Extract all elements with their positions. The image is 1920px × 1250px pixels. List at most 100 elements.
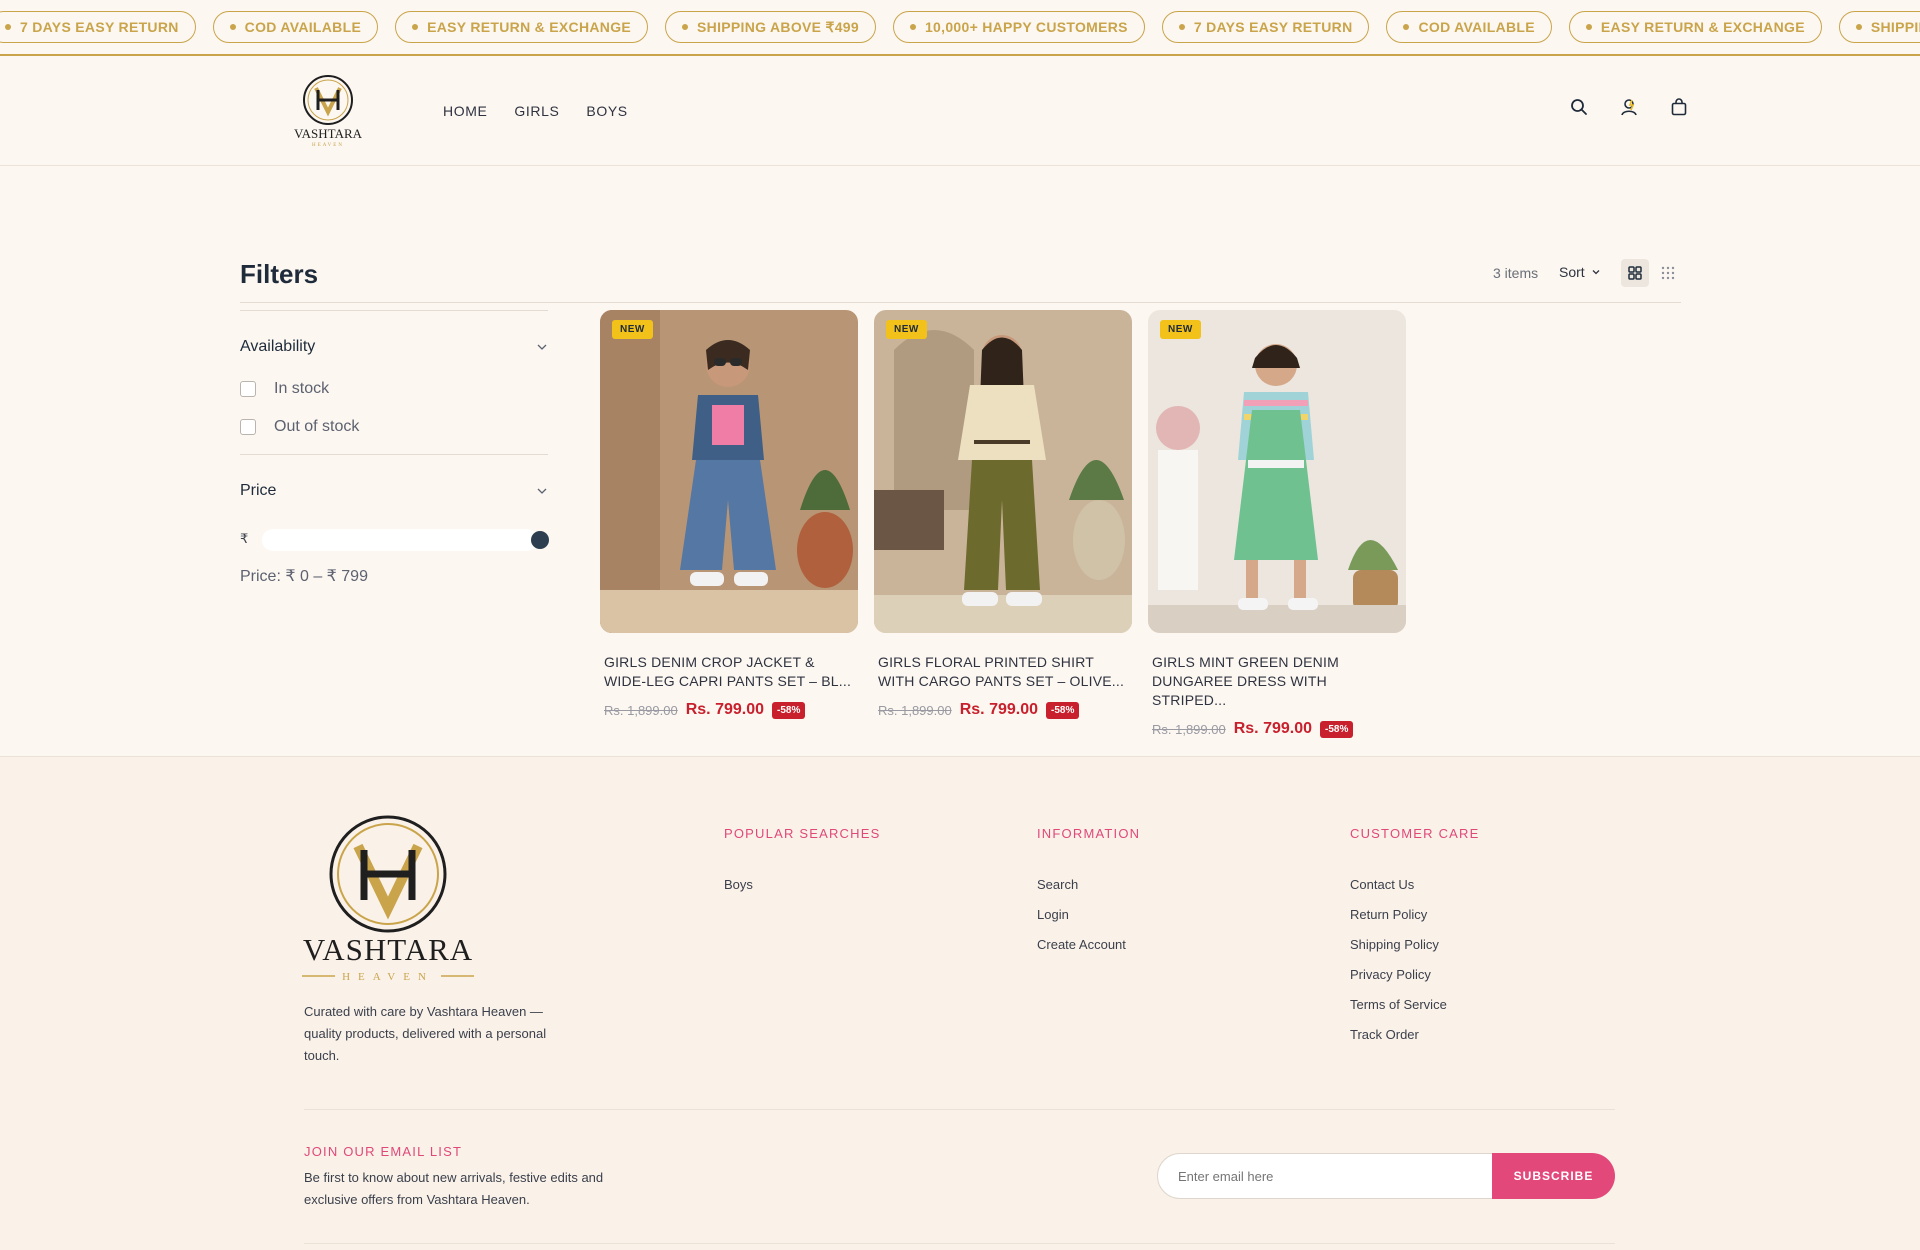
in-stock-checkbox[interactable]: In stock (240, 380, 329, 398)
logo-wordmark: VASHTARA (294, 126, 363, 141)
product-title[interactable]: GIRLS FLORAL PRINTED SHIRT WITH CARGO PA… (878, 653, 1128, 691)
main-nav: HOME GIRLS BOYS (443, 103, 628, 119)
account-icon[interactable] (1620, 98, 1638, 116)
footer-link-create-account[interactable]: Create Account (1037, 937, 1140, 952)
in-stock-label: In stock (274, 380, 330, 397)
footer-link-search[interactable]: Search (1037, 877, 1140, 892)
bullet-icon (909, 24, 916, 30)
newsletter-heading: JOIN OUR EMAIL LIST (304, 1144, 463, 1159)
new-badge: NEW (612, 320, 653, 339)
grid-view-small-button[interactable] (1654, 259, 1682, 287)
price-slider-handle[interactable] (531, 531, 549, 549)
nav-boys[interactable]: BOYS (586, 103, 627, 119)
sale-price: Rs. 799.00 (685, 701, 764, 718)
price-toggle[interactable]: Price (240, 482, 548, 500)
product-card[interactable]: NEW GIRLS FLORAL PRINTED SHIRT WITH CARG… (874, 310, 1132, 719)
currency-symbol: ₹ (240, 531, 249, 546)
checkbox-box[interactable] (240, 381, 256, 397)
price-label: Price (240, 482, 277, 499)
chevron-down-icon (537, 344, 547, 350)
footer-link-privacy-policy[interactable]: Privacy Policy (1350, 967, 1479, 982)
product-title-line: WITH CARGO PANTS SET – OLIVE... (878, 673, 1125, 689)
cart-icon[interactable] (1670, 98, 1688, 116)
announcement-text: 7 DAYS EASY RETURN (1193, 19, 1353, 35)
footer-link-terms[interactable]: Terms of Service (1350, 997, 1479, 1012)
filters-title: Filters (240, 259, 319, 289)
popular-searches-heading: POPULAR SEARCHES (724, 826, 881, 841)
divider (240, 454, 548, 455)
announcement-bar: 7 DAYS EASY RETURN COD AVAILABLE EASY RE… (0, 0, 1920, 56)
information-heading: INFORMATION (1037, 826, 1141, 841)
sale-price: Rs. 799.00 (959, 701, 1038, 718)
product-title-line: GIRLS FLORAL PRINTED SHIRT (878, 654, 1095, 670)
newsletter-email-input[interactable] (1157, 1153, 1493, 1199)
product-title[interactable]: GIRLS MINT GREEN DENIM DUNGAREE DRESS WI… (1152, 653, 1402, 710)
chevron-down-icon (537, 488, 547, 494)
announcement-pill: SHIPPING ABOVE ₹499 (665, 11, 876, 43)
bullet-icon (229, 24, 236, 30)
product-image[interactable]: NEW (600, 310, 858, 633)
subscribe-button[interactable]: SUBSCRIBE (1492, 1153, 1615, 1199)
product-prices: Rs. 1,899.00 Rs. 799.00 -58% (604, 701, 854, 719)
nav-girls[interactable]: GIRLS (514, 103, 559, 119)
announcement-pill: 7 DAYS EASY RETURN (1161, 11, 1370, 43)
announcement-pill: COD AVAILABLE (212, 11, 379, 43)
availability-label: Availability (240, 338, 316, 355)
product-card[interactable]: NEW GIRLS DENIM CROP JACKET & WIDE-LEG C… (600, 310, 858, 719)
out-of-stock-label: Out of stock (274, 418, 360, 435)
bullet-icon (682, 24, 689, 30)
footer-tagline: Curated with care by Vashtara Heaven — q… (304, 1004, 547, 1063)
information-column: INFORMATION Search Login Create Account (1037, 826, 1140, 967)
product-image[interactable]: NEW (874, 310, 1132, 633)
price-slider-track[interactable] (262, 529, 538, 551)
footer-link-login[interactable]: Login (1037, 907, 1140, 922)
grid-view-large-button[interactable] (1621, 259, 1649, 287)
footer-link-return-policy[interactable]: Return Policy (1350, 907, 1479, 922)
divider (240, 302, 1681, 303)
compare-price: Rs. 1,899.00 (604, 702, 678, 718)
out-of-stock-checkbox[interactable]: Out of stock (240, 418, 359, 436)
footer-link-shipping-policy[interactable]: Shipping Policy (1350, 937, 1479, 952)
announcement-text: EASY RETURN & EXCHANGE (1600, 19, 1805, 35)
footer-logo-wordmark: VASHTARA (303, 932, 473, 967)
product-title-line: GIRLS MINT GREEN DENIM (1152, 654, 1339, 670)
customer-care-column: CUSTOMER CARE Contact Us Return Policy S… (1350, 826, 1479, 1057)
header-icons (1570, 98, 1688, 116)
nav-home[interactable]: HOME (443, 103, 487, 119)
bullet-icon (1855, 24, 1862, 30)
sort-label: Sort (1559, 264, 1585, 280)
compare-price: Rs. 1,899.00 (878, 702, 952, 718)
newsletter-text: Be first to know about new arrivals, fes… (304, 1170, 604, 1207)
announcement-track: 7 DAYS EASY RETURN COD AVAILABLE EASY RE… (0, 11, 1920, 43)
chevron-down-icon (1592, 270, 1600, 275)
product-title[interactable]: GIRLS DENIM CROP JACKET & WIDE-LEG CAPRI… (604, 653, 854, 691)
discount-badge: -58% (1320, 720, 1354, 738)
announcement-pill: COD AVAILABLE (1386, 11, 1552, 43)
checkbox-box[interactable] (240, 419, 256, 435)
product-image[interactable]: NEW (1148, 310, 1406, 633)
discount-badge: -58% (1046, 701, 1080, 719)
sort-dropdown[interactable]: Sort (1559, 264, 1601, 280)
announcement-text: SHIPPING ABOVE ₹499 (1870, 18, 1920, 35)
availability-toggle[interactable]: Availability (240, 338, 548, 356)
sale-price: Rs. 799.00 (1233, 720, 1312, 737)
product-card[interactable]: NEW GIRLS MINT GREEN DENIM DUNGAREE DRES… (1148, 310, 1406, 738)
footer-link-boys[interactable]: Boys (724, 877, 880, 892)
announcement-text: COD AVAILABLE (1418, 19, 1535, 35)
footer-link-contact-us[interactable]: Contact Us (1350, 877, 1479, 892)
divider (240, 310, 548, 311)
new-badge: NEW (1160, 320, 1201, 339)
announcement-pill: SHIPPING ABOVE ₹499 (1838, 11, 1920, 43)
items-count: 3 items (1493, 265, 1539, 281)
logo-subtitle: HEAVEN (312, 143, 344, 148)
bullet-icon (412, 24, 419, 30)
search-icon[interactable] (1570, 98, 1588, 116)
footer-logo[interactable]: VASHTARA HEAVEN (300, 812, 490, 987)
logo-link[interactable]: VASHTARA HEAVEN (290, 72, 366, 148)
announcement-pill: EASY RETURN & EXCHANGE (1568, 11, 1822, 43)
divider (304, 1109, 1615, 1110)
site-footer: VASHTARA HEAVEN Curated with care by Vas… (0, 756, 1920, 1250)
product-title-line: DUNGAREE DRESS WITH STRIPED... (1152, 673, 1327, 708)
footer-link-track-order[interactable]: Track Order (1350, 1027, 1479, 1042)
bullet-icon (5, 24, 11, 30)
